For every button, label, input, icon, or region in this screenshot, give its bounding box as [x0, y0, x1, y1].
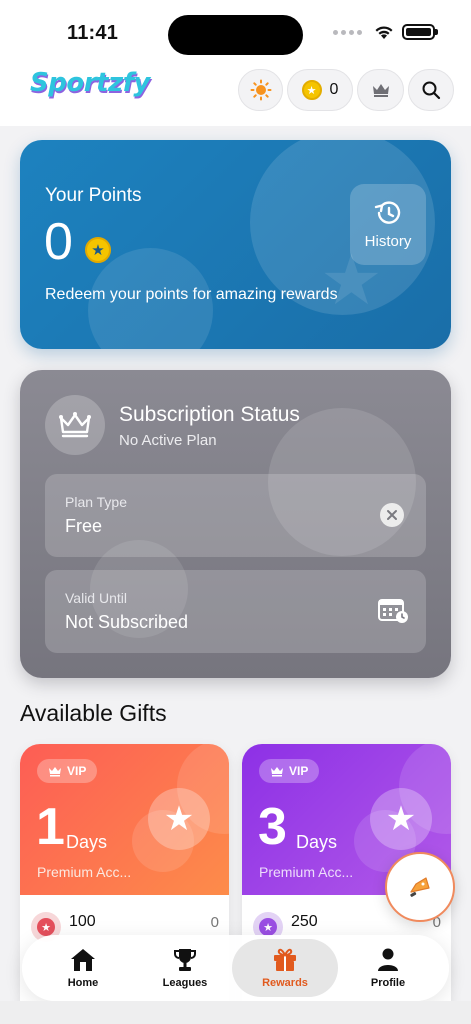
valid-until-value: Not Subscribed	[65, 612, 189, 632]
available-gifts-title: Available Gifts	[20, 700, 167, 726]
app-logo: Sportzfy	[30, 68, 150, 98]
tab-home-label: Home	[67, 977, 99, 989]
dynamic-island	[168, 15, 303, 55]
battery-icon	[402, 24, 438, 40]
person-icon	[378, 948, 398, 971]
gift-cost: 250	[291, 913, 318, 930]
valid-until-box: Valid Until Not Subscribed	[45, 570, 426, 653]
crown-icon	[271, 766, 283, 776]
gift-description: Premium Acc...	[259, 864, 354, 880]
points-button[interactable]: ★ 0	[287, 69, 353, 111]
gift-duration-number: 1	[36, 798, 65, 856]
status-icons	[333, 24, 438, 40]
floating-action-button[interactable]	[385, 852, 455, 922]
subscription-card: Subscription Status No Active Plan Plan …	[20, 370, 451, 678]
points-subtitle: Redeem your points for amazing rewards	[45, 286, 338, 303]
close-icon	[380, 503, 404, 527]
app-header: Sportzfy ★ 0	[0, 62, 471, 126]
coin-icon: ★	[301, 80, 322, 100]
star-icon: ★	[148, 788, 210, 850]
gift-icon	[274, 948, 296, 971]
calendar-clock-icon	[378, 599, 408, 623]
vip-badge: VIP	[259, 759, 320, 783]
tab-home[interactable]: Home	[30, 939, 136, 997]
tab-profile[interactable]: Profile	[335, 939, 441, 997]
gift-card-header: VIP 1 Days ★ Premium Acc...	[20, 744, 229, 895]
tab-leagues-label: Leagues	[162, 977, 208, 989]
gift-duration-number: 3	[258, 798, 287, 856]
plan-type-label: Plan Type	[65, 494, 128, 510]
tab-rewards[interactable]: Rewards	[232, 939, 338, 997]
trophy-icon	[174, 949, 196, 971]
valid-until-label: Valid Until	[65, 590, 127, 606]
megaphone-icon	[410, 877, 430, 897]
gift-duration-unit: Days	[296, 832, 338, 852]
search-button[interactable]	[408, 69, 454, 111]
vip-badge: VIP	[37, 759, 98, 783]
points-card: ★ Your Points 0 ★ Redeem your points for…	[20, 140, 451, 349]
history-icon	[374, 201, 401, 224]
points-value: 0	[44, 213, 73, 271]
crown-icon	[49, 766, 61, 776]
header-points-value: 0	[329, 81, 339, 98]
signal-dots-icon	[333, 29, 362, 35]
history-button[interactable]: History	[350, 184, 426, 265]
sun-icon	[250, 79, 271, 101]
search-icon	[422, 81, 441, 100]
gift-duration-unit: Days	[66, 832, 108, 852]
tab-rewards-label: Rewards	[262, 977, 308, 989]
plan-type-value: Free	[65, 516, 103, 536]
gift-cost: 100	[69, 913, 96, 930]
tab-profile-label: Profile	[370, 977, 406, 989]
home-icon	[71, 949, 95, 971]
crown-icon	[59, 412, 91, 438]
premium-button[interactable]	[357, 69, 404, 111]
tab-leagues[interactable]: Leagues	[132, 939, 238, 997]
gift-description: Premium Acc...	[37, 864, 132, 880]
subscription-title: Subscription Status	[119, 403, 300, 426]
plan-type-box: Plan Type Free	[45, 474, 426, 557]
crown-icon	[372, 84, 389, 97]
history-label: History	[364, 233, 412, 250]
wifi-icon	[375, 25, 393, 39]
theme-toggle-button[interactable]	[238, 69, 283, 111]
coin-icon: ★	[85, 237, 111, 263]
home-indicator-area	[0, 1001, 471, 1024]
gift-secondary-value: 0	[210, 914, 219, 931]
vip-badge-label: VIP	[67, 764, 87, 778]
subscription-crown-badge	[45, 395, 105, 455]
points-title: Your Points	[45, 185, 142, 206]
vip-badge-label: VIP	[289, 764, 309, 778]
subscription-subtitle: No Active Plan	[119, 432, 217, 449]
status-time: 11:41	[67, 22, 119, 44]
star-icon: ★	[370, 788, 432, 850]
status-bar: 11:41	[0, 0, 471, 62]
bottom-tab-bar: Home Leagues Rewards Profile	[22, 935, 449, 1001]
